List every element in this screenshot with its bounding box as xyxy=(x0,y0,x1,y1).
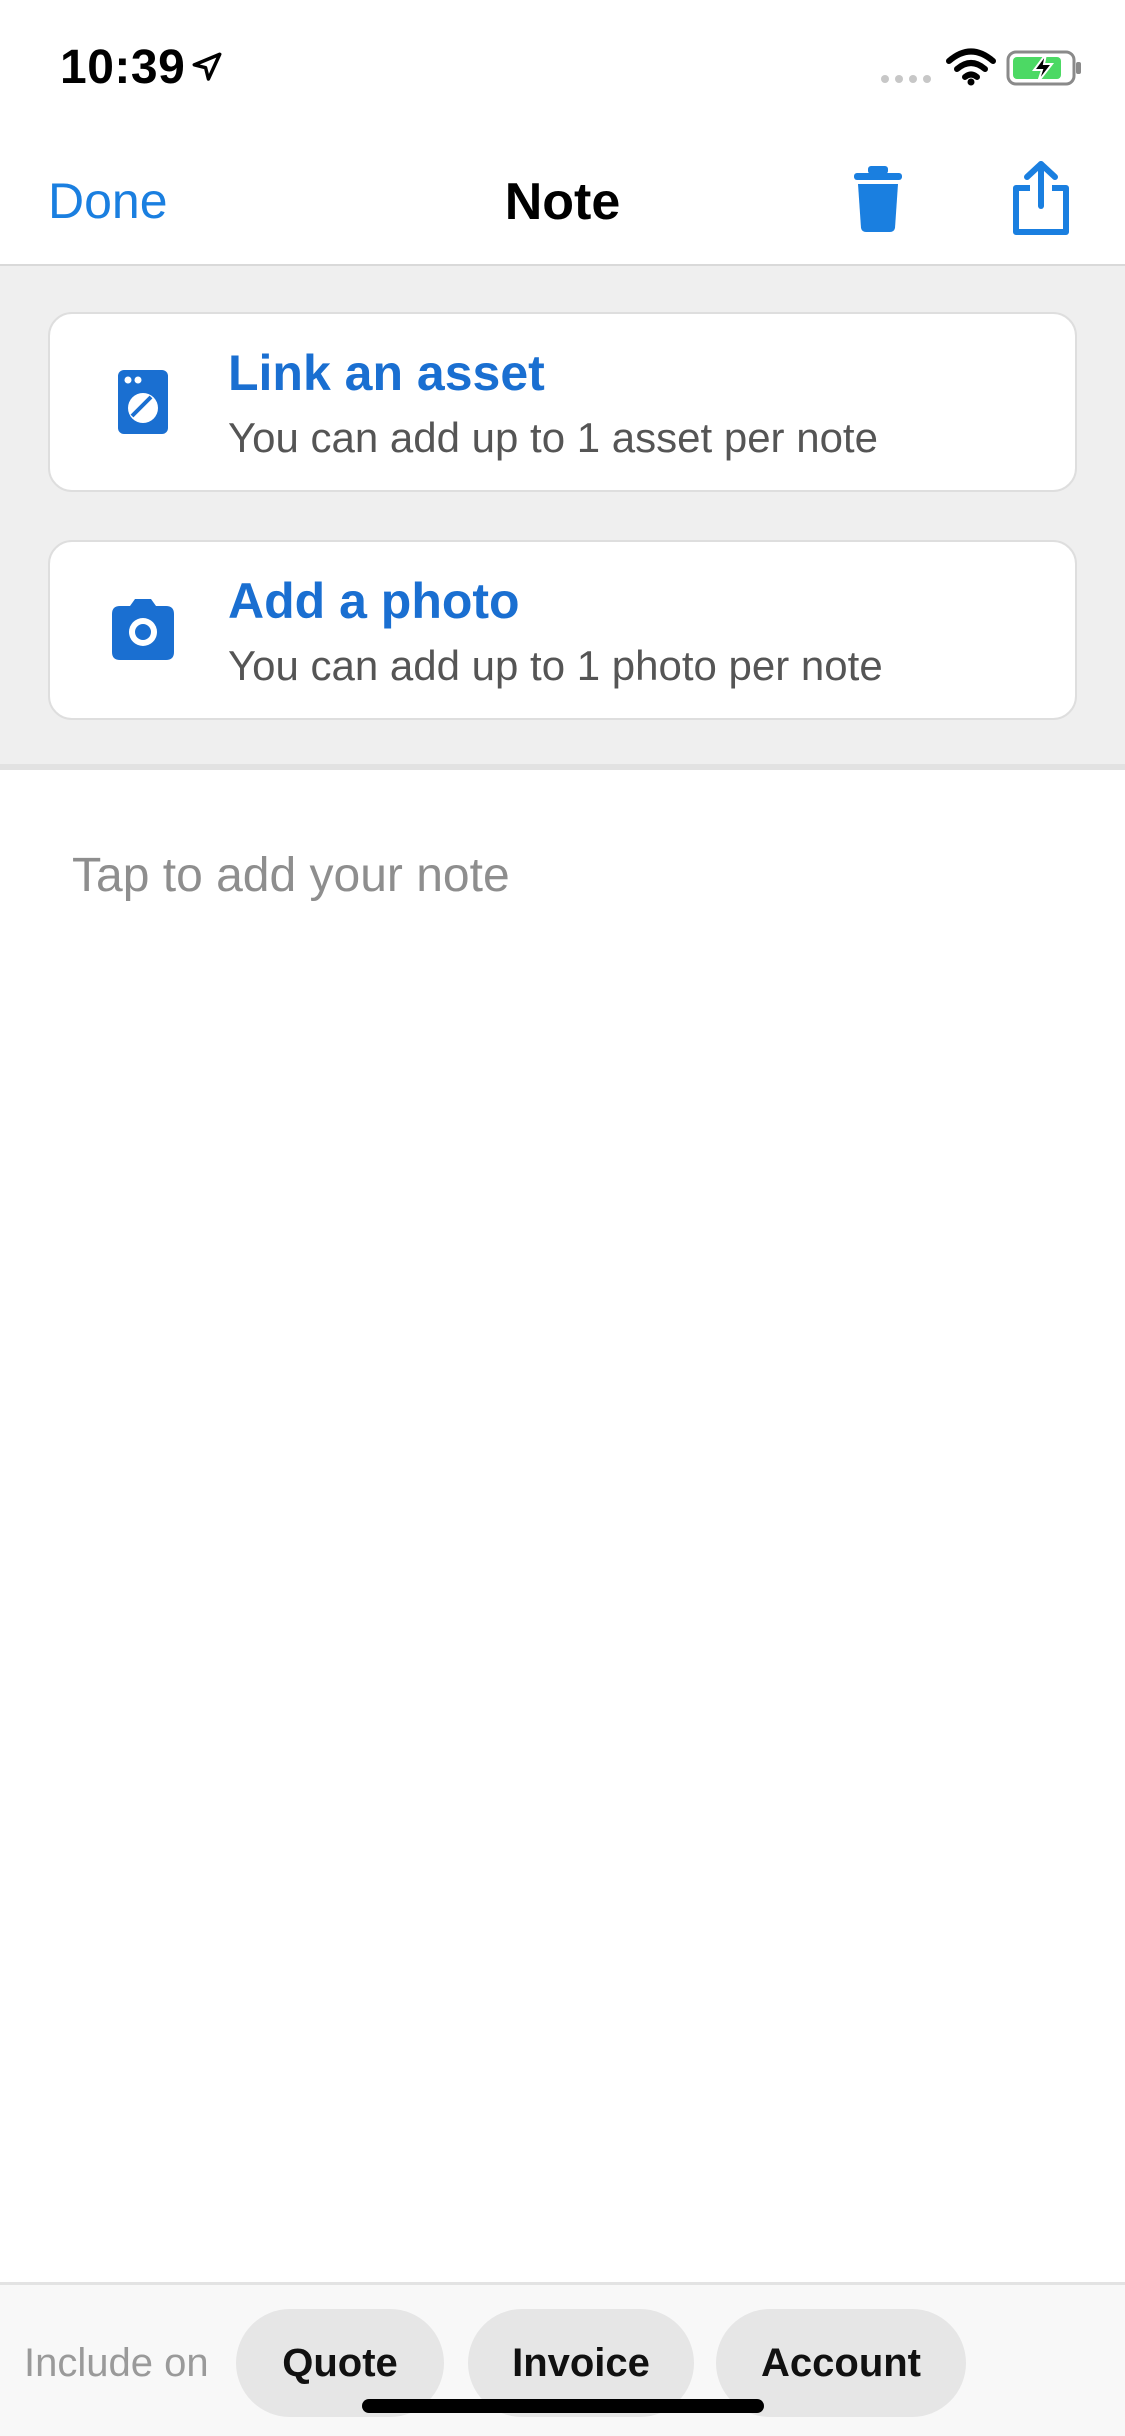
trash-icon xyxy=(854,166,902,232)
home-indicator xyxy=(362,2399,764,2413)
location-arrow-icon xyxy=(192,52,222,81)
link-asset-card[interactable]: Link an asset You can add up to 1 asset … xyxy=(48,312,1077,492)
status-time: 10:39 xyxy=(60,41,186,94)
add-photo-card[interactable]: Add a photo You can add up to 1 photo pe… xyxy=(48,540,1077,720)
washing-machine-icon xyxy=(118,370,168,434)
done-button[interactable]: Done xyxy=(48,172,168,230)
share-icon xyxy=(1013,161,1069,235)
note-input[interactable] xyxy=(48,828,1078,2208)
add-photo-title: Add a photo xyxy=(228,573,520,629)
link-asset-subtitle: You can add up to 1 asset per note xyxy=(228,414,878,461)
status-bar: 10:39 xyxy=(0,0,1125,132)
share-button[interactable] xyxy=(1008,160,1074,236)
cellular-signal-icon xyxy=(881,75,931,83)
attachments-section: Link an asset You can add up to 1 asset … xyxy=(0,266,1125,770)
delete-button[interactable] xyxy=(848,164,908,234)
battery-charging-icon xyxy=(1006,50,1081,86)
note-area xyxy=(0,776,1125,2284)
add-photo-subtitle: You can add up to 1 photo per note xyxy=(228,642,883,689)
camera-icon xyxy=(112,599,174,660)
page-title: Note xyxy=(504,173,621,231)
link-asset-title: Link an asset xyxy=(228,345,545,401)
navigation-bar: Done Note xyxy=(0,132,1125,266)
include-on-label: Include on xyxy=(24,2341,209,2385)
wifi-icon xyxy=(946,48,996,86)
